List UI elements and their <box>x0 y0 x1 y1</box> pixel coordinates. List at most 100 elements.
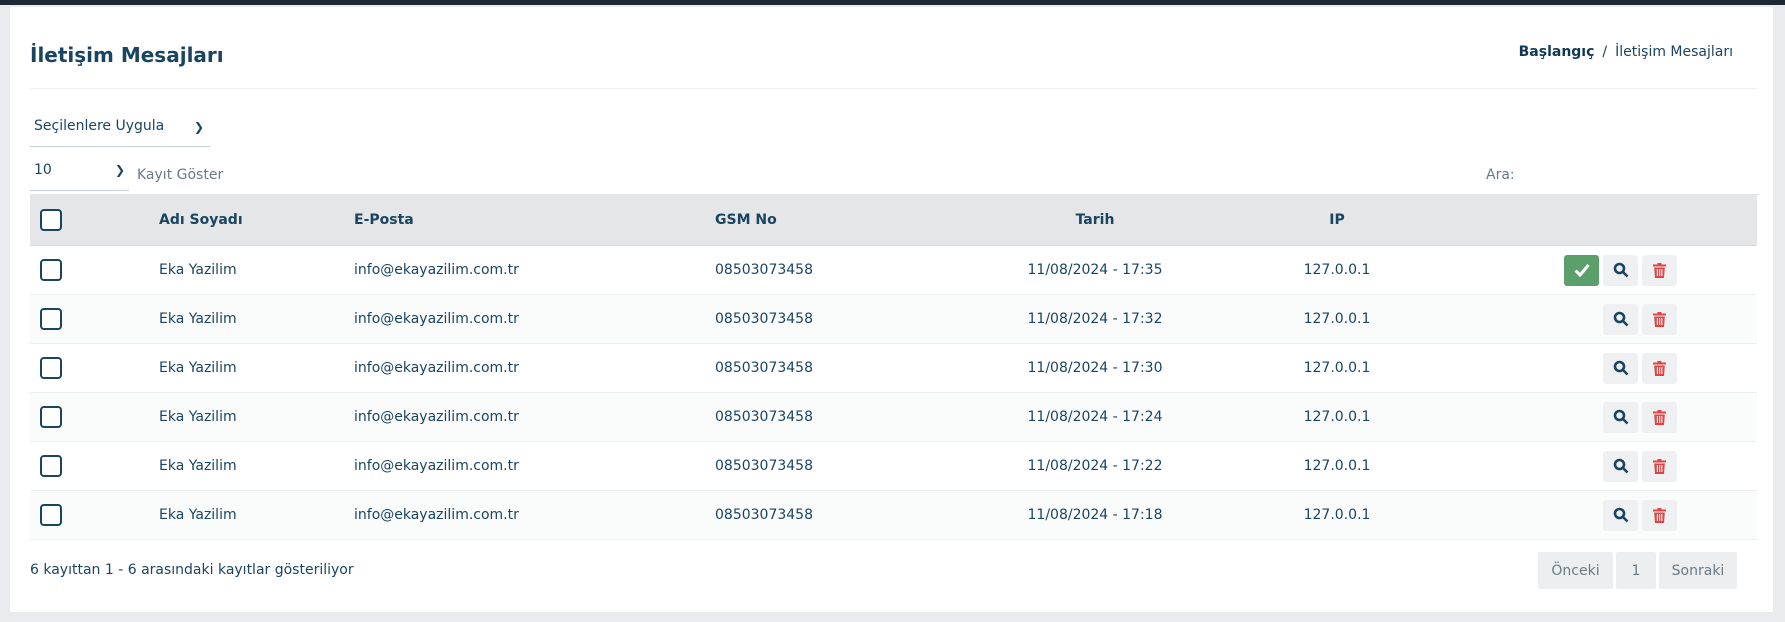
cell-date: 11/08/2024 - 17:18 <box>1027 507 1163 523</box>
search-icon <box>1613 409 1628 425</box>
cell-gsm: 08503073458 <box>715 311 813 327</box>
cell-gsm: 08503073458 <box>715 262 813 278</box>
trash-icon <box>1653 507 1666 523</box>
row-checkbox[interactable] <box>40 308 62 330</box>
search-icon <box>1613 507 1628 523</box>
breadcrumb-home-link[interactable]: Başlangıç <box>1519 44 1595 60</box>
row-checkbox[interactable] <box>40 504 62 526</box>
column-header-date[interactable]: Tarih <box>1020 194 1170 245</box>
cell-name: Eka Yazilim <box>159 458 237 474</box>
table-row: Eka Yazilim info@ekayazilim.com.tr 08503… <box>30 344 1757 393</box>
header-divider <box>30 88 1757 89</box>
cell-email: info@ekayazilim.com.tr <box>354 458 519 474</box>
page-length-select[interactable]: 10 ❯ <box>30 157 129 191</box>
check-icon <box>1573 264 1590 277</box>
cell-date: 11/08/2024 - 17:35 <box>1027 262 1163 278</box>
table-info: 6 kayıttan 1 - 6 arasındaki kayıtlar gös… <box>30 562 354 578</box>
row-select-cell <box>40 491 62 539</box>
table-row: Eka Yazilim info@ekayazilim.com.tr 08503… <box>30 295 1757 344</box>
chevron-down-icon: ❯ <box>114 163 125 177</box>
column-header-email[interactable]: E-Posta <box>354 194 414 245</box>
cell-gsm: 08503073458 <box>715 507 813 523</box>
row-select-cell <box>40 393 62 441</box>
search-label: Ara: <box>1486 167 1515 183</box>
cell-name: Eka Yazilim <box>159 507 237 523</box>
search-icon <box>1613 360 1628 376</box>
table-body: Eka Yazilim info@ekayazilim.com.tr 08503… <box>30 246 1757 540</box>
cell-name: Eka Yazilim <box>159 360 237 376</box>
row-select-cell <box>40 295 62 343</box>
search-icon <box>1613 311 1628 327</box>
search-icon <box>1613 458 1628 474</box>
cell-email: info@ekayazilim.com.tr <box>354 409 519 425</box>
view-button[interactable] <box>1603 450 1638 482</box>
bulk-action-select[interactable]: Seçilenlere Uygula ❯ <box>30 111 210 147</box>
table-row: Eka Yazilim info@ekayazilim.com.tr 08503… <box>30 393 1757 442</box>
row-checkbox[interactable] <box>40 259 62 281</box>
row-select-cell <box>40 442 62 490</box>
cell-gsm: 08503073458 <box>715 409 813 425</box>
cell-ip: 127.0.0.1 <box>1303 458 1371 474</box>
view-button[interactable] <box>1603 254 1638 286</box>
cell-date: 11/08/2024 - 17:30 <box>1027 360 1163 376</box>
delete-button[interactable] <box>1642 450 1677 482</box>
view-button[interactable] <box>1603 352 1638 384</box>
page-title: İletişim Mesajları <box>30 43 224 67</box>
content-card: İletişim Mesajları Başlangıç / İletişim Me… <box>10 7 1773 612</box>
cell-ip: 127.0.0.1 <box>1303 262 1371 278</box>
row-actions <box>1603 442 1677 490</box>
search-input[interactable] <box>1545 162 1759 195</box>
column-header-name[interactable]: Adı Soyadı <box>159 194 243 245</box>
page-length-label: Kayıt Göster <box>137 167 224 183</box>
view-button[interactable] <box>1603 303 1638 335</box>
view-button[interactable] <box>1603 499 1638 531</box>
cell-ip: 127.0.0.1 <box>1303 311 1371 327</box>
column-header-ip[interactable]: IP <box>1287 194 1387 245</box>
delete-button[interactable] <box>1642 352 1677 384</box>
chevron-down-icon: ❯ <box>193 120 204 134</box>
table-row: Eka Yazilim info@ekayazilim.com.tr 08503… <box>30 442 1757 491</box>
select-all-cell <box>40 194 62 245</box>
breadcrumb: Başlangıç / İletişim Mesajları <box>1519 44 1733 60</box>
cell-email: info@ekayazilim.com.tr <box>354 360 519 376</box>
approve-button[interactable] <box>1564 254 1599 286</box>
row-checkbox[interactable] <box>40 455 62 477</box>
cell-date: 11/08/2024 - 17:22 <box>1027 458 1163 474</box>
trash-icon <box>1653 409 1666 425</box>
table-row: Eka Yazilim info@ekayazilim.com.tr 08503… <box>30 246 1757 295</box>
view-button[interactable] <box>1603 401 1638 433</box>
pagination: Önceki 1 Sonraki <box>1538 552 1737 589</box>
pagination-prev-button[interactable]: Önceki <box>1538 552 1613 589</box>
messages-table: Adı Soyadı E-Posta GSM No Tarih IP Eka Y… <box>30 194 1757 540</box>
cell-ip: 127.0.0.1 <box>1303 360 1371 376</box>
trash-icon <box>1653 311 1666 327</box>
column-header-gsm[interactable]: GSM No <box>715 194 777 245</box>
row-select-cell <box>40 246 62 294</box>
table-header: Adı Soyadı E-Posta GSM No Tarih IP <box>30 194 1757 246</box>
cell-date: 11/08/2024 - 17:24 <box>1027 409 1163 425</box>
delete-button[interactable] <box>1642 401 1677 433</box>
trash-icon <box>1653 458 1666 474</box>
trash-icon <box>1653 262 1666 278</box>
delete-button[interactable] <box>1642 499 1677 531</box>
breadcrumb-current: İletişim Mesajları <box>1615 44 1733 60</box>
select-all-checkbox[interactable] <box>40 208 62 231</box>
row-actions <box>1564 246 1677 294</box>
pagination-page-1[interactable]: 1 <box>1616 552 1656 589</box>
delete-button[interactable] <box>1642 303 1677 335</box>
top-strip <box>0 0 1785 5</box>
row-checkbox[interactable] <box>40 406 62 428</box>
pagination-next-button[interactable]: Sonraki <box>1659 552 1737 589</box>
bulk-action-value: Seçilenlere Uygula <box>34 118 165 134</box>
cell-gsm: 08503073458 <box>715 458 813 474</box>
cell-gsm: 08503073458 <box>715 360 813 376</box>
trash-icon <box>1653 360 1666 376</box>
cell-email: info@ekayazilim.com.tr <box>354 507 519 523</box>
row-actions <box>1603 491 1677 539</box>
cell-name: Eka Yazilim <box>159 409 237 425</box>
row-checkbox[interactable] <box>40 357 62 379</box>
search-icon <box>1613 262 1628 278</box>
cell-ip: 127.0.0.1 <box>1303 507 1371 523</box>
delete-button[interactable] <box>1642 254 1677 286</box>
cell-email: info@ekayazilim.com.tr <box>354 311 519 327</box>
